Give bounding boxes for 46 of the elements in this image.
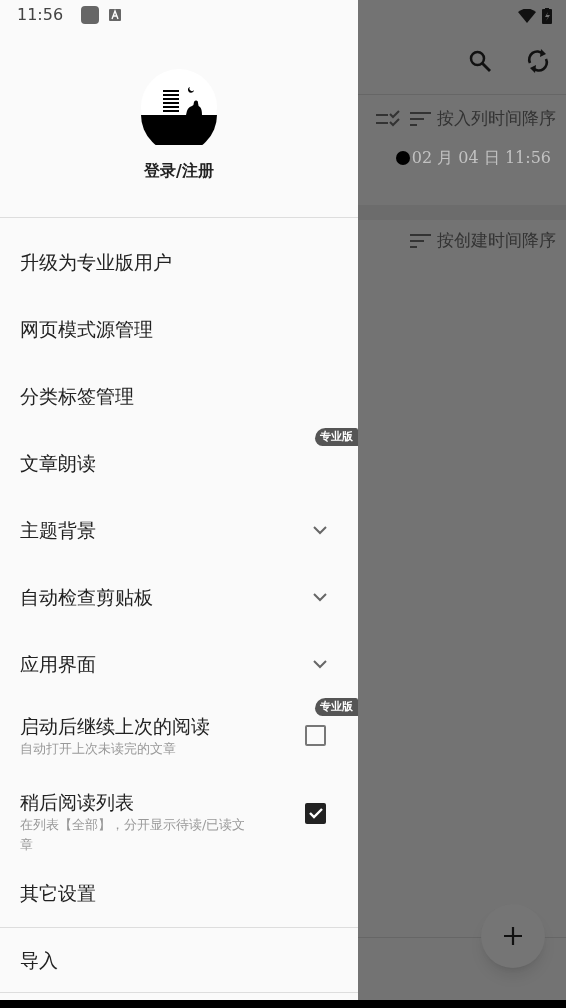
pro-badge: 专业版	[315, 698, 358, 716]
item-label: 其它设置	[20, 881, 97, 907]
check-icon	[308, 808, 323, 819]
sync-icon[interactable]	[526, 48, 550, 74]
login-link[interactable]: 登录/注册	[144, 159, 214, 183]
item-label: 分类标签管理	[20, 384, 135, 410]
chevron-down-icon	[313, 593, 327, 602]
menu-item[interactable]: 稍后阅读列表 在列表【全部】，分开显示待读/已读文章	[0, 773, 358, 860]
item-label: 自动检查剪贴板	[20, 585, 154, 611]
sort-icon	[410, 234, 431, 248]
item-label: 稍后阅读列表	[20, 790, 135, 815]
menu-item[interactable]: 升级为专业版用户	[0, 229, 358, 296]
chevron-down-icon	[313, 660, 327, 669]
menu-item[interactable]: 导入	[0, 928, 358, 993]
sort-label: 按入列时间降序	[437, 107, 556, 131]
menu-item[interactable]: 其它设置	[0, 860, 358, 927]
checklist-icon[interactable]	[376, 110, 400, 128]
menu-item[interactable]: 应用界面	[0, 631, 358, 698]
sort-label: 按创建时间降序	[437, 229, 556, 253]
item-label: 启动后继续上次的阅读	[20, 713, 211, 739]
menu-item[interactable]: 文章朗读 专业版	[0, 430, 358, 497]
entry-date: 02 月 04 日 11:56	[411, 147, 551, 169]
item-label: 应用界面	[20, 652, 97, 678]
checkbox[interactable]	[305, 725, 326, 746]
menu-item[interactable]: 自动检查剪贴板	[0, 564, 358, 631]
menu-item[interactable]: 启动后继续上次的阅读 自动打开上次未读完的文章 专业版	[0, 698, 358, 773]
chevron-down-icon	[313, 526, 327, 535]
menu-item[interactable]: 主题背景	[0, 497, 358, 564]
status-time: 11:56	[17, 4, 64, 26]
item-description: 自动打开上次未读完的文章	[20, 739, 177, 758]
keyboard-notification-icon	[109, 9, 122, 21]
item-label: 主题背景	[20, 518, 97, 544]
wifi-icon	[518, 9, 536, 23]
pro-badge: 专业版	[315, 428, 358, 446]
menu-item[interactable]: 网页模式源管理	[0, 296, 358, 363]
plus-icon	[504, 927, 522, 945]
checkbox[interactable]	[305, 803, 326, 824]
sort-icon	[410, 112, 431, 126]
menu-item[interactable]: 分类标签管理	[0, 363, 358, 430]
item-label: 升级为专业版用户	[20, 250, 173, 276]
battery-icon	[542, 8, 552, 24]
item-description: 在列表【全部】，分开显示待读/已读文章	[20, 816, 247, 854]
item-label: 文章朗读	[20, 451, 97, 477]
item-label: 网页模式源管理	[20, 317, 154, 343]
search-icon[interactable]	[469, 50, 491, 72]
app-notification-icon	[81, 6, 100, 24]
